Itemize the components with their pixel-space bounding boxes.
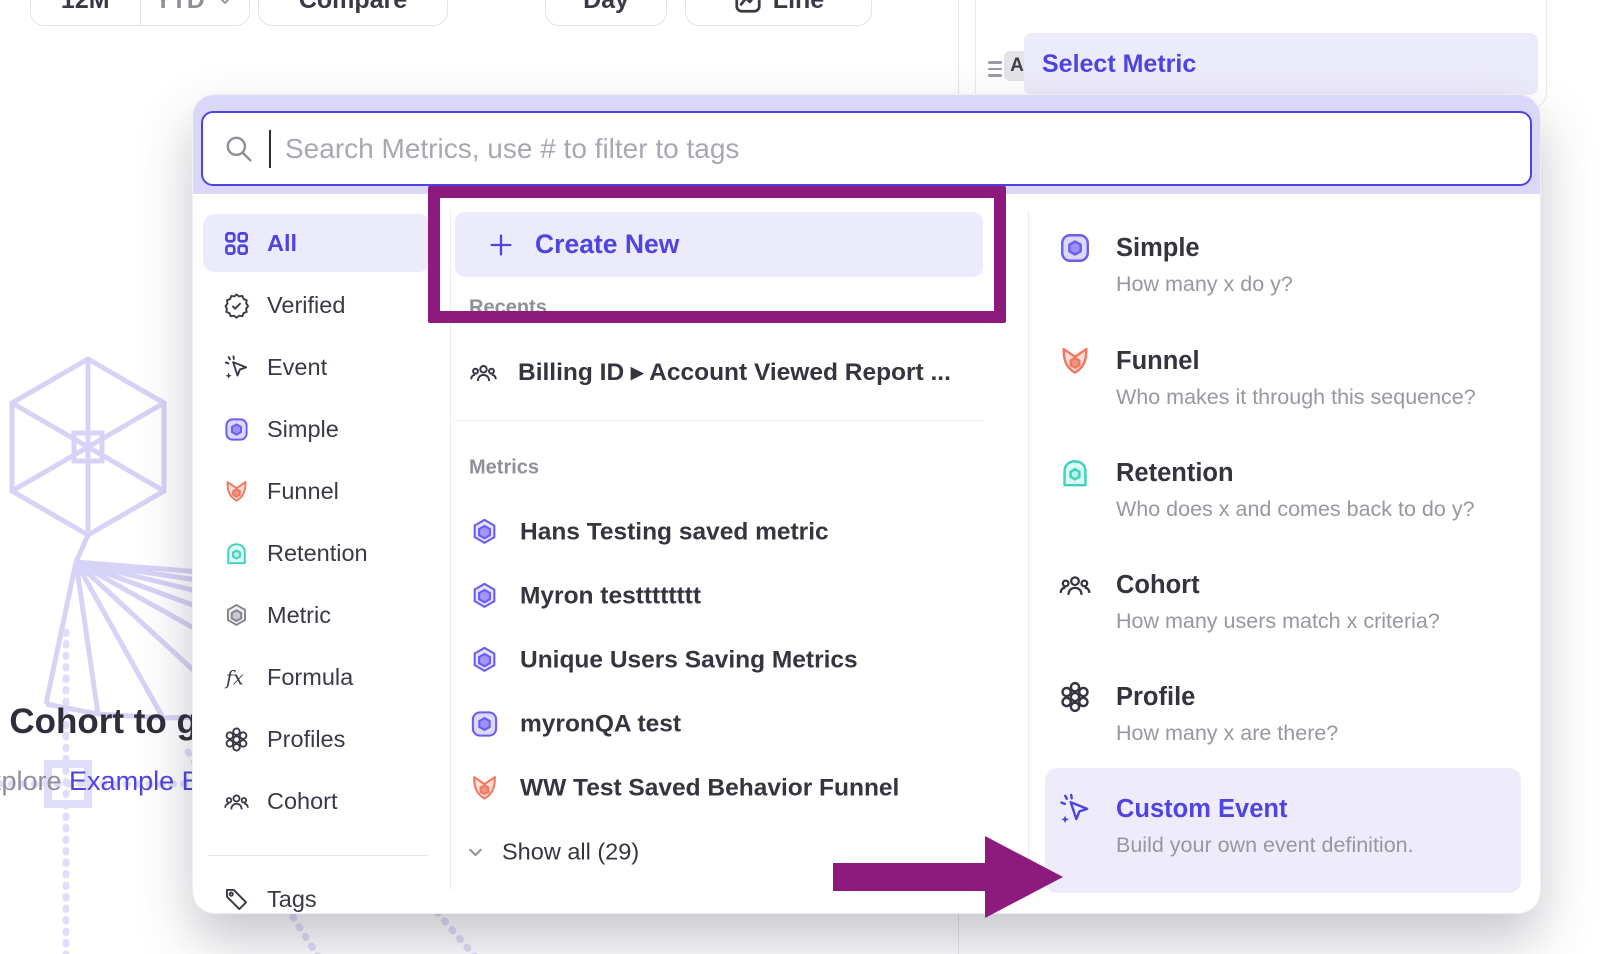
search-input[interactable]: Search Metrics, use # to filter to tags — [201, 111, 1532, 186]
metric-list-item[interactable]: Myron testttttttt — [469, 581, 1017, 612]
metric-type-funnel[interactable]: FunnelWho makes it through this sequence… — [1058, 344, 1520, 410]
compare-button[interactable]: Compare — [258, 0, 448, 26]
recent-item[interactable]: Billing ID ▸ Account Viewed Report ... — [469, 357, 1017, 387]
annotation-rectangle — [428, 186, 1006, 323]
verified-badge-icon — [223, 292, 250, 319]
show-all-toggle[interactable]: Show all (29) — [465, 839, 639, 866]
filter-metric[interactable]: Metric — [203, 586, 431, 644]
tag-icon — [223, 886, 250, 913]
metric-type-simple[interactable]: SimpleHow many x do y? — [1058, 231, 1520, 297]
cohort-people-icon — [469, 358, 498, 387]
filter-simple[interactable]: Simple — [203, 400, 431, 458]
metric-type-custom-event[interactable]: Custom EventBuild your own event definit… — [1058, 792, 1520, 858]
profiles-cluster-icon — [223, 726, 250, 753]
filter-tags[interactable]: Tags — [203, 870, 431, 913]
annotation-arrow — [833, 830, 1065, 924]
date-range-segmented-control: 12M YTD — [30, 0, 250, 26]
saved-metric-icon — [469, 517, 500, 548]
chart-type-line-button[interactable]: Line — [685, 0, 872, 26]
cohort-people-icon — [223, 788, 250, 815]
search-icon — [223, 133, 255, 165]
saved-metric-icon — [469, 645, 500, 676]
range-ytd-button[interactable]: YTD — [141, 0, 250, 25]
filter-event[interactable]: Event — [203, 338, 431, 396]
metric-hexagon-icon — [223, 602, 250, 629]
drag-handle-icon[interactable] — [988, 57, 1002, 81]
metric-list-item[interactable]: WW Test Saved Behavior Funnel — [469, 773, 1017, 804]
filter-profiles[interactable]: Profiles — [203, 710, 431, 768]
chevron-down-icon — [215, 0, 235, 10]
filter-all[interactable]: All — [203, 214, 431, 272]
profiles-cluster-icon — [1058, 680, 1092, 714]
funnel-icon — [223, 478, 250, 505]
list-divider — [455, 420, 983, 421]
custom-event-click-icon — [1058, 792, 1092, 826]
metric-type-retention[interactable]: RetentionWho does x and comes back to do… — [1058, 456, 1520, 522]
granularity-day-button[interactable]: Day — [545, 0, 667, 26]
metric-list-item[interactable]: myronQA test — [469, 709, 1017, 740]
simple-metric-icon — [1058, 231, 1092, 265]
cohort-people-icon — [1058, 568, 1092, 602]
filter-retention[interactable]: Retention — [203, 524, 431, 582]
app-root: r Cohort to ge xplore Example B 12M YTD … — [0, 0, 1616, 954]
metric-row-card: A Select Metric — [975, 0, 1547, 110]
search-placeholder: Search Metrics, use # to filter to tags — [285, 133, 739, 165]
filter-verified[interactable]: Verified — [203, 276, 431, 334]
grid-icon — [223, 230, 250, 257]
simple-metric-icon — [223, 416, 250, 443]
metric-list-item[interactable]: Hans Testing saved metric — [469, 517, 1017, 548]
simple-metric-icon — [469, 709, 500, 740]
range-12m-button[interactable]: 12M — [31, 0, 140, 25]
line-chart-icon — [733, 0, 763, 15]
filter-cohort[interactable]: Cohort — [203, 772, 431, 830]
metric-type-cohort[interactable]: CohortHow many users match x criteria? — [1058, 568, 1520, 634]
metrics-section-label: Metrics — [469, 457, 539, 480]
select-metric-button[interactable]: Select Metric — [1024, 33, 1538, 95]
funnel-icon — [1058, 344, 1092, 378]
formula-fx-icon — [223, 664, 250, 691]
retention-icon — [1058, 456, 1092, 490]
funnel-icon — [469, 773, 500, 804]
filter-funnel[interactable]: Funnel — [203, 462, 431, 520]
event-click-icon — [223, 354, 250, 381]
metric-type-profile[interactable]: ProfileHow many x are there? — [1058, 680, 1520, 746]
example-link[interactable]: Example B — [69, 766, 196, 796]
chevron-down-icon — [465, 842, 486, 863]
retention-icon — [223, 540, 250, 567]
sidebar-divider — [208, 855, 428, 856]
column-divider — [1028, 210, 1029, 890]
background-heading-fragment: r Cohort to ge — [0, 702, 196, 742]
filter-formula[interactable]: Formula — [203, 648, 431, 706]
saved-metric-icon — [469, 581, 500, 612]
metric-list-item[interactable]: Unique Users Saving Metrics — [469, 645, 1017, 676]
background-subtext-fragment: xplore Example B — [0, 766, 196, 797]
text-caret — [269, 130, 271, 168]
